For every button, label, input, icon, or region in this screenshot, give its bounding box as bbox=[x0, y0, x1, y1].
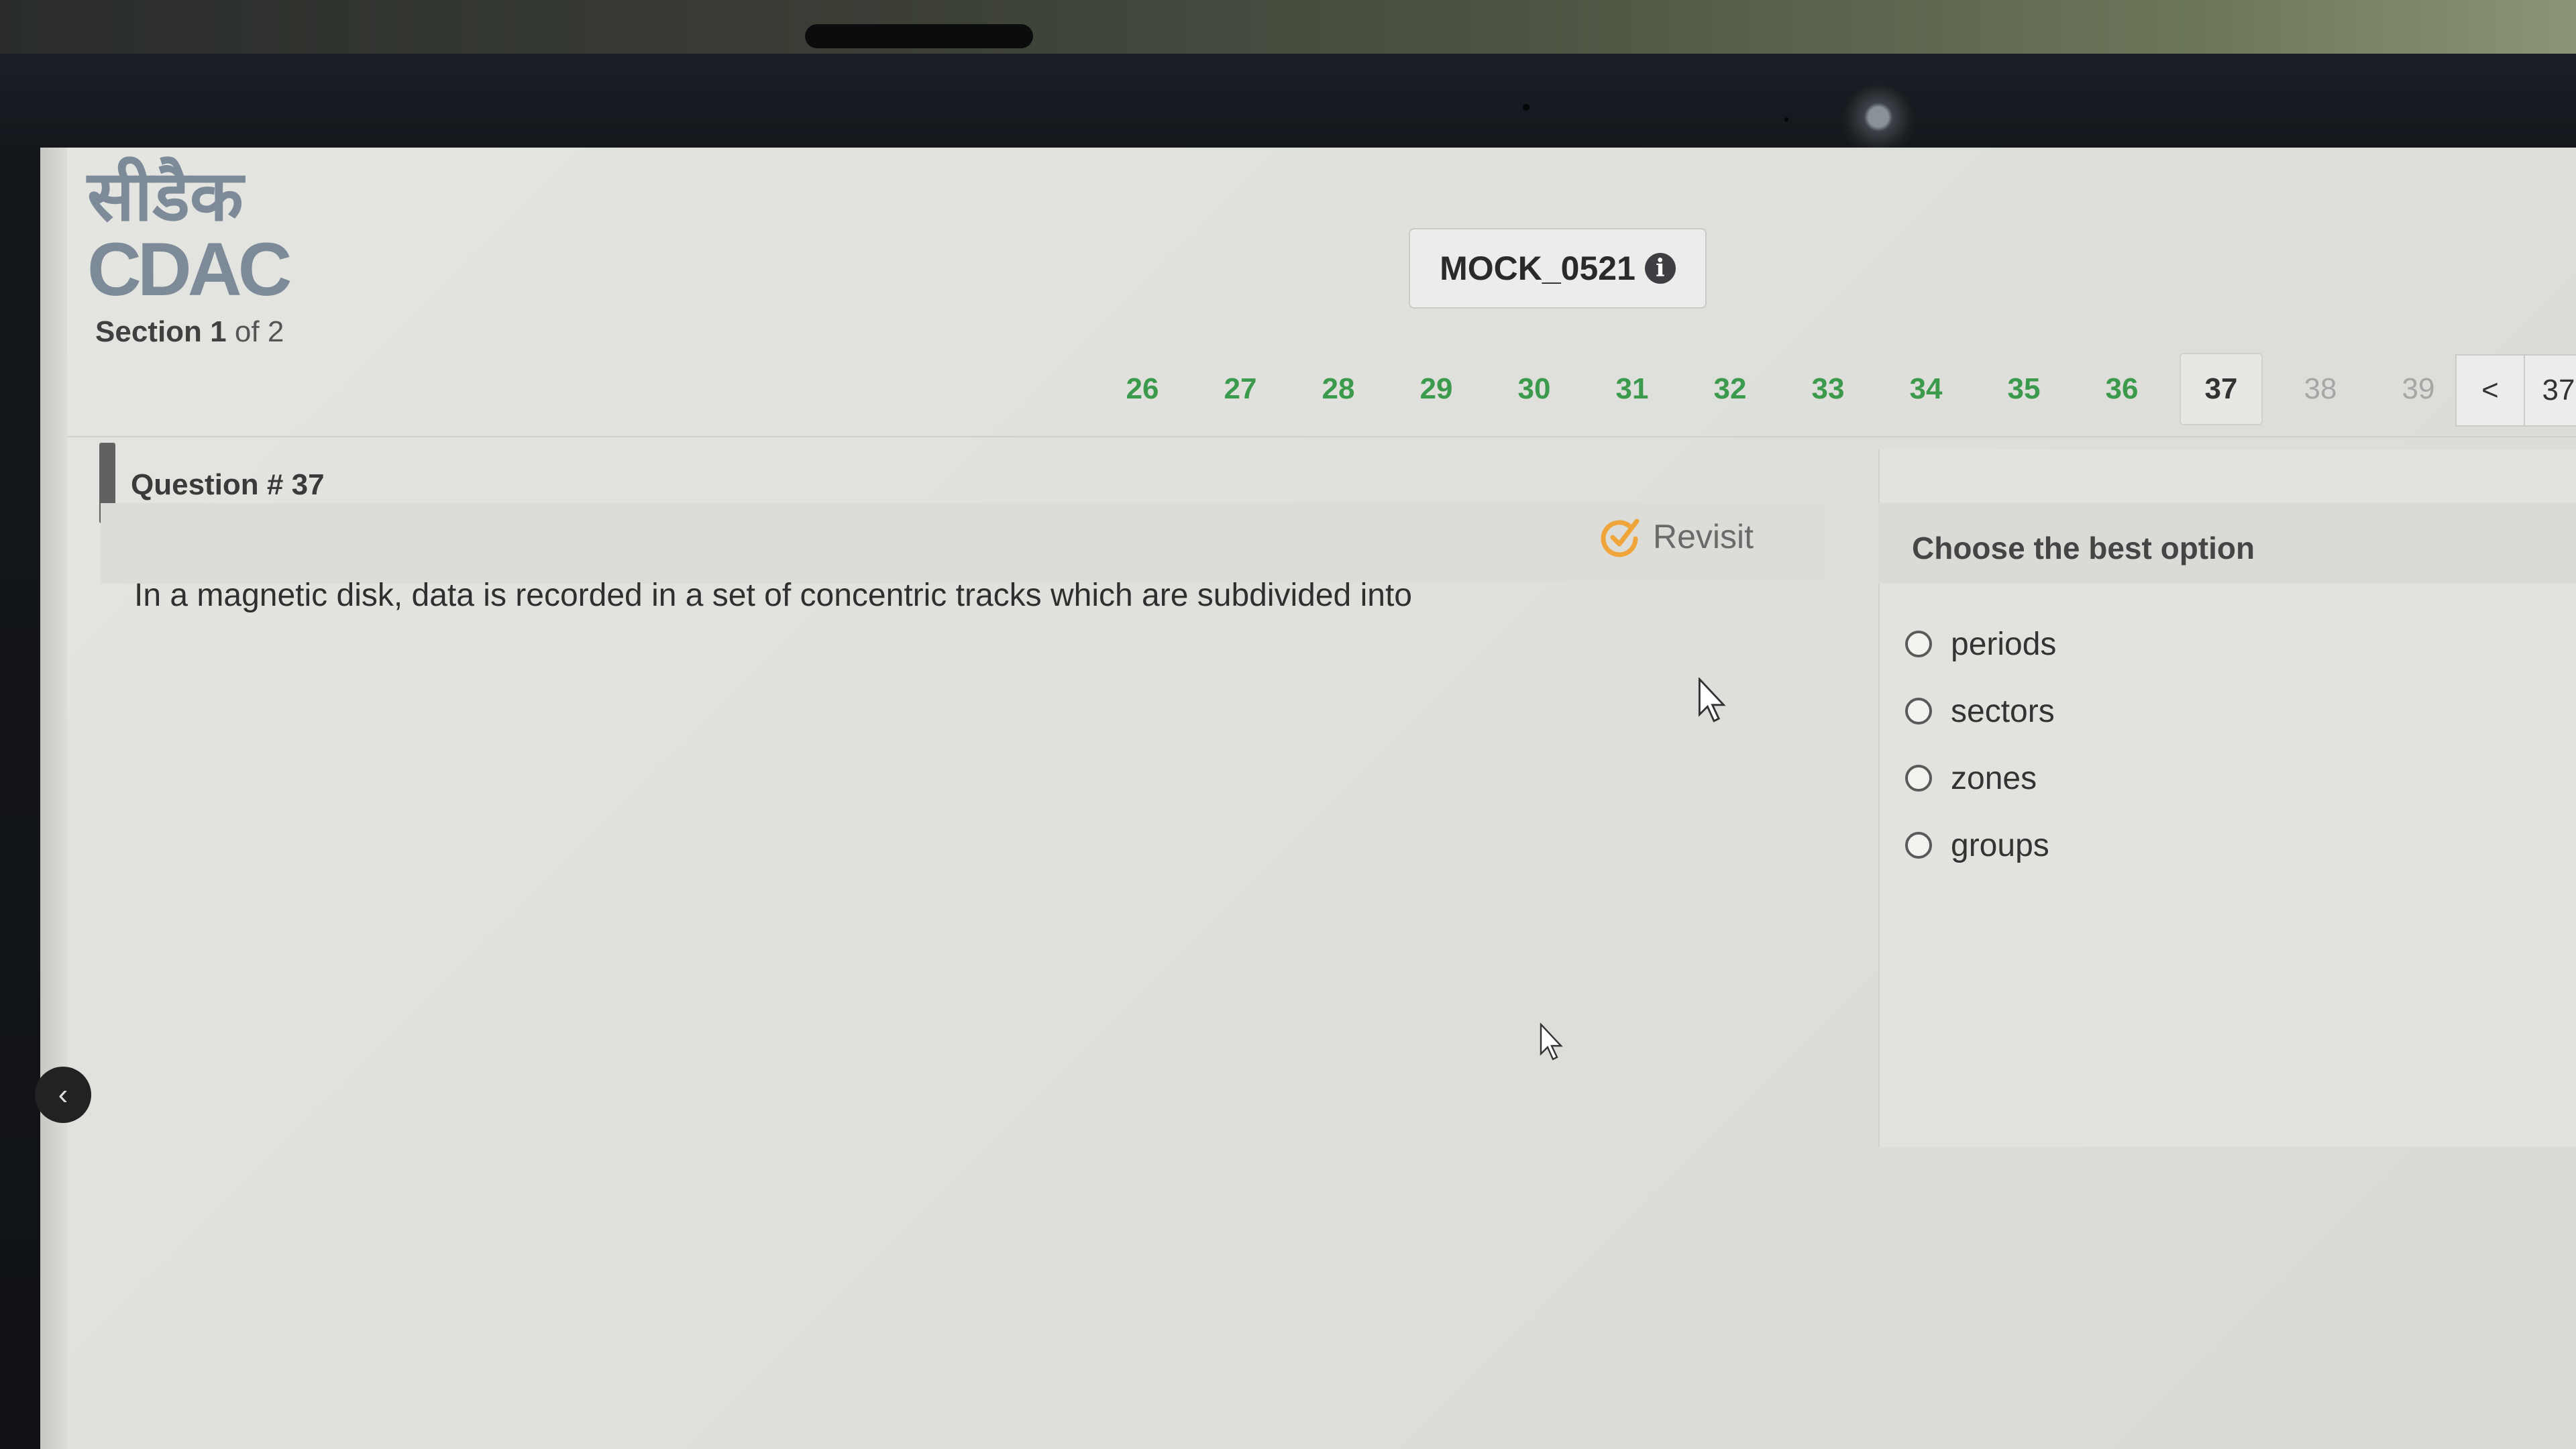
logo-text: CDAC bbox=[87, 227, 292, 311]
question-title: Question # 37 bbox=[131, 468, 325, 501]
question-nav-27[interactable]: 27 bbox=[1191, 372, 1289, 406]
sensor-dot bbox=[1523, 104, 1529, 111]
question-nav-31[interactable]: 31 bbox=[1583, 372, 1681, 406]
screen-edge bbox=[40, 148, 67, 1449]
question-nav-28[interactable]: 28 bbox=[1289, 372, 1387, 406]
question-nav-29[interactable]: 29 bbox=[1387, 372, 1485, 406]
section-current: 1 bbox=[210, 315, 227, 348]
question-nav-33[interactable]: 33 bbox=[1779, 372, 1877, 406]
question-text: In a magnetic disk, data is recorded in … bbox=[134, 578, 1412, 613]
section-of: of bbox=[234, 315, 260, 348]
option-label: sectors bbox=[1951, 693, 2055, 729]
option-zones[interactable]: zones bbox=[1905, 745, 2056, 812]
radio-button[interactable] bbox=[1905, 832, 1932, 859]
question-nav-32[interactable]: 32 bbox=[1681, 372, 1779, 406]
webcam bbox=[1841, 84, 1915, 158]
options-list: periods sectors zones groups bbox=[1905, 610, 2056, 879]
question-navigator: 26 27 28 29 30 31 32 33 34 35 36 37 38 3… bbox=[1093, 349, 2467, 429]
section-total: 2 bbox=[267, 315, 284, 348]
section-indicator: Section 1 of 2 bbox=[95, 315, 284, 349]
question-nav-39[interactable]: 39 bbox=[2369, 372, 2467, 406]
option-label: groups bbox=[1951, 827, 2049, 863]
option-periods[interactable]: periods bbox=[1905, 610, 2056, 678]
revisit-icon bbox=[1597, 513, 1644, 560]
background-scene bbox=[0, 0, 2576, 54]
revisit-label: Revisit bbox=[1653, 518, 1754, 555]
option-sectors[interactable]: sectors bbox=[1905, 678, 2056, 745]
lid-notch bbox=[805, 24, 1033, 48]
test-id-badge[interactable]: MOCK_0521 i bbox=[1409, 228, 1707, 309]
option-label: zones bbox=[1951, 760, 2037, 796]
question-nav-36[interactable]: 36 bbox=[2073, 372, 2171, 406]
mouse-cursor-icon bbox=[1540, 1023, 1563, 1061]
info-icon[interactable]: i bbox=[1644, 253, 1676, 284]
sensor-dot bbox=[1784, 117, 1788, 121]
header-divider bbox=[67, 436, 2576, 437]
logo-hindi: सीडैक bbox=[87, 155, 244, 237]
revisit-button[interactable]: Revisit bbox=[1597, 513, 1754, 560]
pager-prev-button[interactable]: < bbox=[2455, 354, 2525, 427]
options-title: Choose the best option bbox=[1912, 531, 2255, 566]
question-nav-35[interactable]: 35 bbox=[1975, 372, 2073, 406]
question-nav-34[interactable]: 34 bbox=[1877, 372, 1975, 406]
option-label: periods bbox=[1951, 626, 2057, 662]
question-nav-30[interactable]: 30 bbox=[1485, 372, 1583, 406]
question-nav-38[interactable]: 38 bbox=[2271, 372, 2369, 406]
chevron-left-icon[interactable]: ‹ bbox=[35, 1067, 91, 1123]
radio-button[interactable] bbox=[1905, 698, 1932, 724]
radio-button[interactable] bbox=[1905, 631, 1932, 657]
test-id: MOCK_0521 bbox=[1440, 250, 1635, 287]
mouse-cursor-icon bbox=[1698, 678, 1726, 722]
question-pager: < 37 bbox=[2455, 354, 2576, 427]
section-label: Section bbox=[95, 315, 202, 348]
pager-current[interactable]: 37 bbox=[2525, 354, 2576, 427]
question-nav-37-current[interactable]: 37 bbox=[2180, 353, 2263, 425]
radio-button[interactable] bbox=[1905, 765, 1932, 792]
option-groups[interactable]: groups bbox=[1905, 812, 2056, 879]
question-toolbar bbox=[101, 503, 1825, 584]
exam-screen: सीडैक CDAC Section 1 of 2 MOCK_0521 i 26… bbox=[35, 148, 2576, 1449]
question-nav-26[interactable]: 26 bbox=[1093, 372, 1191, 406]
cdac-logo: सीडैक CDAC bbox=[87, 155, 292, 311]
